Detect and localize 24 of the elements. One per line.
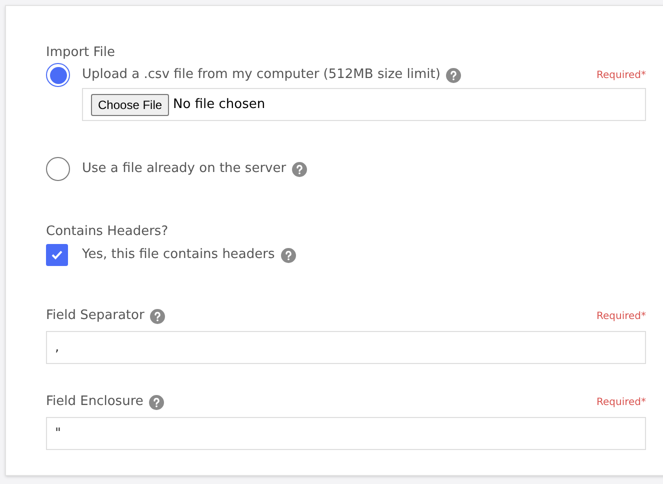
field-label: Field Separator [46, 307, 144, 326]
help-icon[interactable] [446, 68, 462, 82]
choose-file-button[interactable]: Choose File [91, 94, 170, 116]
input-field[interactable]: " [46, 417, 646, 450]
required-label: Required* [596, 68, 646, 82]
check-icon [51, 250, 63, 260]
input-field[interactable]: , [46, 331, 646, 364]
section-label: Import File [46, 44, 116, 62]
file-input[interactable]: Choose File No file chosen [82, 88, 646, 121]
required-label: Required* [596, 396, 646, 410]
radio-button[interactable] [46, 157, 70, 181]
checkbox-label: Yes, this file contains headers [82, 246, 275, 264]
field-label: Field Enclosure [46, 393, 144, 412]
help-icon[interactable] [292, 162, 308, 176]
option-label: Use a file already on the server [82, 160, 286, 178]
radio-button[interactable] [46, 63, 70, 87]
help-icon[interactable] [149, 394, 164, 410]
help-icon[interactable] [280, 248, 296, 262]
checkbox[interactable] [46, 244, 68, 266]
required-label: Required* [596, 310, 646, 324]
file-status: No file chosen [173, 96, 266, 114]
section-label: Contains Headers? [46, 223, 170, 241]
help-icon[interactable] [150, 308, 166, 324]
option-label: Upload a .csv file from my computer (512MB size limit) [82, 66, 440, 84]
